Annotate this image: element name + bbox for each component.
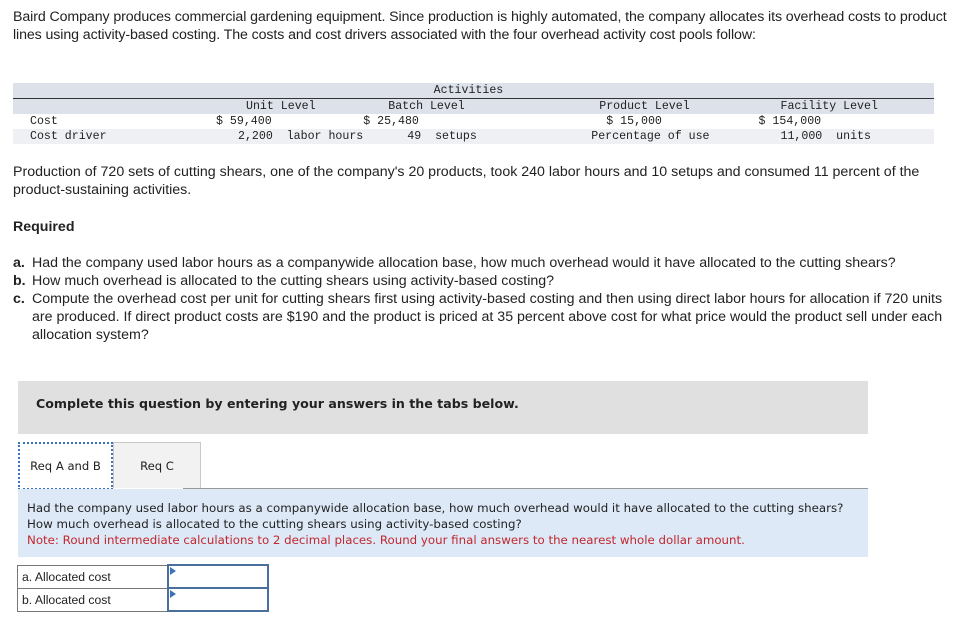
cell-value: 11,000 units [709,129,934,144]
requirement-a: a. Had the company used labor hours as a … [13,255,896,271]
answer-row-a: a. Allocated cost [17,564,269,589]
group-header-activities: Activities [363,83,504,99]
cell-value: $ 154,000 [709,114,934,129]
answer-label: a. Allocated cost [17,564,169,589]
required-heading: Required [13,219,75,235]
production-paragraph: Production of 720 sets of cutting shears… [13,164,920,198]
input-flag-icon [170,590,176,598]
rounding-note: Note: Round intermediate calculations to… [27,533,745,547]
cell-value: 2,200 labor hours [163,129,364,144]
row-label: Cost [13,114,163,129]
table-column-header-row: Unit Level Batch Level Product Level Fac… [13,98,934,114]
instruction-banner: Complete this question by entering your … [18,381,868,434]
column-header-product-level: Product Level [503,98,710,114]
input-flag-icon [170,567,176,575]
table-group-header-row: Activities [13,83,934,99]
tab-req-c[interactable]: Req C [113,442,201,488]
allocated-cost-a-input[interactable] [169,567,263,586]
requirements-list: a. Had the company used labor hours as a … [13,254,943,344]
banner-text: Complete this question by entering your … [36,396,519,411]
column-header-batch-level: Batch Level [363,98,504,114]
cell-value: $ 25,480 [363,114,504,129]
answer-table: a. Allocated cost b. Allocated cost [17,564,269,612]
activity-cost-table: Activities Unit Level Batch Level Produc… [13,83,934,144]
problem-intro: Baird Company produces commercial garden… [13,9,947,43]
requirement-tabs: Req A and B Req C [18,442,868,490]
requirement-c: c. Compute the overhead cost per unit for… [13,291,943,343]
question-panel: Had the company used labor hours as a co… [18,489,868,557]
tab-req-a-and-b[interactable]: Req A and B [18,442,113,490]
question-text: Had the company used labor hours as a co… [27,501,844,531]
answer-row-b: b. Allocated cost [17,587,269,612]
answer-label: b. Allocated cost [17,587,169,612]
column-header-facility-level: Facility Level [709,98,934,114]
allocated-cost-b-input[interactable] [169,590,263,609]
requirement-b: b. How much overhead is allocated to the … [13,273,555,289]
table-row-cost: Cost $ 59,400 $ 25,480 $ 15,000 $ 154,00… [13,114,934,129]
cell-value: $ 59,400 [163,114,364,129]
cell-value: 49 setups [363,129,504,144]
cell-value: Percentage of use [503,129,710,144]
cell-value: $ 15,000 [503,114,710,129]
row-label: Cost driver [13,129,163,144]
table-row-cost-driver: Cost driver 2,200 labor hours 49 setups … [13,129,934,144]
column-header-unit-level: Unit Level [163,98,364,114]
